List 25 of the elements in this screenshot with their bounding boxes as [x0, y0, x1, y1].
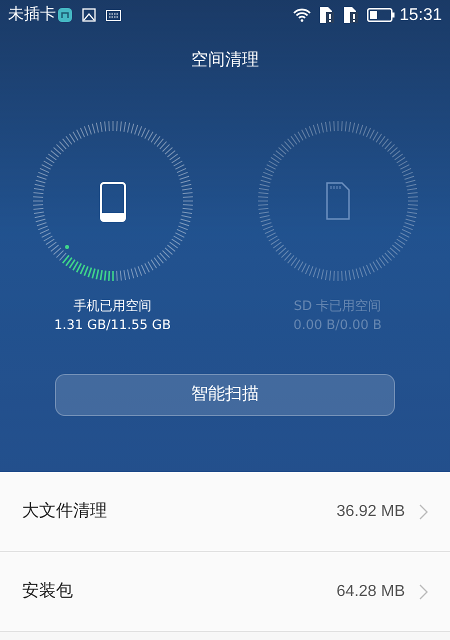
- list-item[interactable]: 安装包 64.28 MB: [0, 552, 450, 632]
- sd-card-icon: [326, 182, 348, 218]
- chevron-right-icon: [419, 504, 428, 520]
- gauge-label: 手机已用空间: [74, 298, 152, 316]
- item-size: 36.92 MB: [336, 502, 405, 522]
- phone-icon: [100, 182, 124, 220]
- wifi-icon: [293, 8, 312, 22]
- keyboard-icon: [106, 10, 121, 20]
- storage-reading: 1.31 GB/11.55 GB: [54, 317, 171, 335]
- item-label: 安装包: [22, 580, 73, 603]
- gauge-label: SD 卡已用空间: [294, 298, 382, 316]
- chevron-right-icon: [419, 584, 428, 600]
- carrier-text: 未插卡: [8, 4, 56, 25]
- sim-alert-icon: [343, 6, 360, 24]
- sim-alert-icon: [319, 6, 336, 24]
- clock-text: 15:31: [399, 4, 442, 26]
- page-title: 空间清理: [191, 49, 259, 72]
- image-icon: [82, 8, 96, 22]
- item-label: 大文件清理: [22, 500, 107, 523]
- app-icon: [58, 8, 72, 22]
- smart-scan-button[interactable]: 智能扫描: [55, 374, 395, 416]
- list-item[interactable]: 大文件清理 36.92 MB: [0, 472, 450, 552]
- battery-icon: [367, 8, 396, 22]
- storage-reading: 0.00 B/0.00 B: [293, 317, 382, 335]
- item-size: 64.28 MB: [336, 582, 405, 602]
